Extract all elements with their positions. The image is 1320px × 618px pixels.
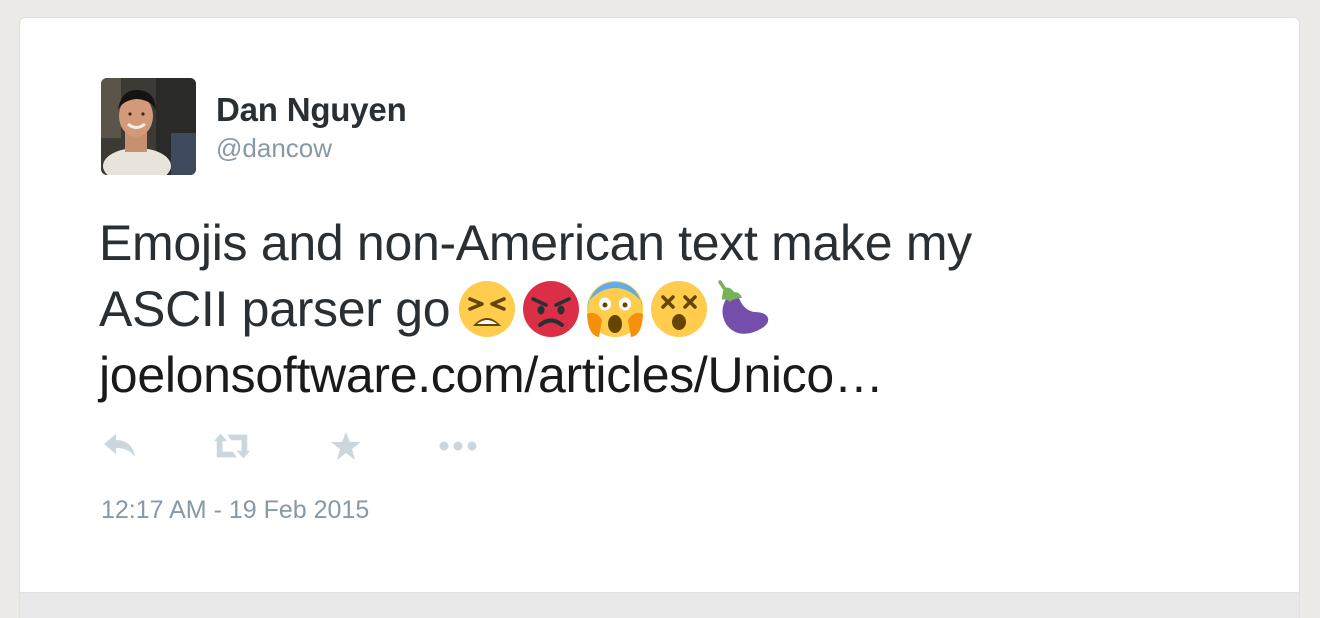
tweet-card: Dan Nguyen @dancow Emojis and non-Americ… [19, 17, 1300, 618]
more-button[interactable] [438, 428, 478, 464]
avatar-photo [101, 78, 196, 175]
author-display-name[interactable]: Dan Nguyen [216, 91, 407, 129]
reply-icon [104, 434, 135, 457]
tweet-text-line2: ASCII parser go [99, 276, 1219, 342]
emoji-group [458, 280, 772, 338]
author-names: Dan Nguyen @dancow [216, 78, 407, 165]
eggplant-emoji [718, 280, 769, 334]
tweet-text: Emojis and non-American text make my ASC… [99, 210, 1219, 408]
tired-face-emoji [459, 281, 516, 337]
tweet-header: Dan Nguyen @dancow [101, 78, 407, 175]
tweet-text-line1: Emojis and non-American text make my [99, 215, 972, 271]
favorite-icon [331, 432, 361, 460]
screaming-face-emoji [587, 281, 644, 337]
avatar[interactable] [101, 78, 196, 175]
card-footer [20, 592, 1299, 618]
tweet-actions [100, 428, 478, 464]
retweet-button[interactable] [212, 428, 252, 464]
tweet-link[interactable]: joelonsoftware.com/articles/Unico… [99, 347, 884, 403]
pouting-face-emoji [523, 281, 580, 337]
tweet-link-line: joelonsoftware.com/articles/Unico… [99, 342, 1219, 408]
author-handle[interactable]: @dancow [216, 131, 407, 165]
retweet-icon [213, 433, 251, 459]
reply-button[interactable] [100, 428, 140, 464]
favorite-button[interactable] [326, 428, 366, 464]
more-icon [439, 441, 477, 451]
dizzy-face-emoji [651, 281, 708, 337]
tweet-timestamp[interactable]: 12:17 AM - 19 Feb 2015 [101, 495, 369, 525]
tweet-text-line2-text: ASCII parser go [99, 281, 451, 337]
